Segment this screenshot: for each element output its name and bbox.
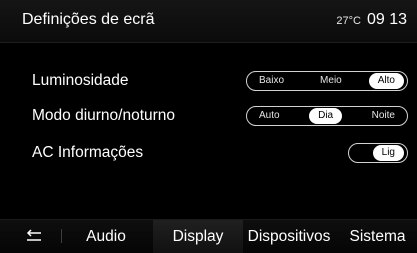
status-area: 27°C 09 13 [336,11,407,29]
setting-row-ac-info: AC Informações Lig [0,141,417,167]
brightness-selector: Baixo Meio Alto [246,71,408,91]
display-settings-screen: Definições de ecrã 27°C 09 13 Luminosida… [0,0,417,253]
brightness-label: Luminosidade [32,72,129,89]
day-night-mode-label: Modo diurno/noturno [32,107,176,124]
tab-audio[interactable]: Audio [76,220,136,253]
ac-info-label: AC Informações [32,144,144,161]
day-night-option-auto[interactable]: Auto [250,108,289,124]
back-button[interactable] [24,228,44,244]
clock: 09 13 [366,11,407,28]
header-bar: Definições de ecrã 27°C 09 13 [0,0,417,43]
page-title: Definições de ecrã [22,11,155,28]
back-arrow-icon [26,229,41,241]
setting-row-day-night-mode: Modo diurno/noturno Auto Dia Noite [0,104,417,130]
day-night-option-day[interactable]: Dia [309,108,343,124]
brightness-option-low[interactable]: Baixo [250,73,293,89]
day-night-mode-selector: Auto Dia Noite [246,106,408,126]
ac-info-toggle[interactable]: Lig [348,143,408,163]
setting-row-brightness: Luminosidade Baixo Meio Alto [0,69,417,95]
nav-divider [61,229,62,243]
temperature-readout: 27°C [336,15,361,27]
brightness-option-medium[interactable]: Meio [311,73,351,89]
day-night-option-night[interactable]: Noite [363,108,404,124]
brightness-option-high[interactable]: Alto [368,73,404,89]
bottom-nav-bar: Audio Display Dispositivos Sistema [0,219,417,253]
tab-sistema[interactable]: Sistema [340,220,415,253]
ac-info-option-on[interactable]: Lig [372,145,404,161]
tab-display[interactable]: Display [153,220,243,253]
tab-dispositivos[interactable]: Dispositivos [243,220,335,253]
